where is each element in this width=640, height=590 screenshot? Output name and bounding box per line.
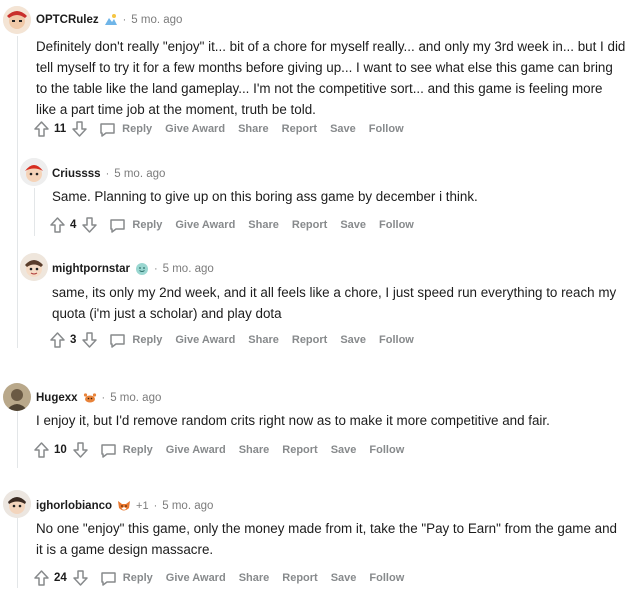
avatar[interactable] [20, 158, 48, 186]
vote-score: 3 [70, 334, 77, 346]
follow-button[interactable]: Follow [379, 334, 414, 346]
upvote-icon[interactable] [34, 442, 49, 458]
smiley-icon [135, 262, 149, 276]
report-button[interactable]: Report [282, 444, 317, 456]
reply-button[interactable]: Reply [122, 123, 152, 135]
username[interactable]: mightpornstar [52, 263, 130, 275]
report-button[interactable]: Report [282, 572, 317, 584]
karma-count: +1 [136, 500, 149, 512]
crab-icon [83, 391, 97, 405]
avatar-icon [3, 6, 31, 34]
save-button[interactable]: Save [331, 444, 357, 456]
report-button[interactable]: Report [292, 334, 327, 346]
thread-line[interactable] [34, 188, 35, 236]
vote-score: 4 [70, 219, 77, 231]
upvote-icon[interactable] [50, 332, 65, 348]
follow-button[interactable]: Follow [369, 444, 404, 456]
separator: · [153, 263, 158, 275]
username[interactable]: Criussss [52, 168, 101, 180]
separator: · [101, 392, 106, 404]
reply-button[interactable]: Reply [123, 572, 153, 584]
share-button[interactable]: Share [248, 334, 279, 346]
comment-body: same, its only my 2nd week, and it all f… [52, 285, 617, 321]
comment-icon[interactable] [109, 333, 126, 348]
save-button[interactable]: Save [340, 219, 366, 231]
mountain-icon [104, 13, 118, 27]
report-button[interactable]: Report [282, 123, 317, 135]
follow-button[interactable]: Follow [369, 572, 404, 584]
share-button[interactable]: Share [248, 219, 279, 231]
avatar[interactable] [3, 6, 31, 34]
save-button[interactable]: Save [330, 123, 356, 135]
reply-button[interactable]: Reply [132, 219, 162, 231]
share-button[interactable]: Share [239, 444, 270, 456]
comment-body: I enjoy it, but I'd remove random crits … [36, 413, 550, 428]
save-button[interactable]: Save [340, 334, 366, 346]
upvote-icon[interactable] [34, 121, 49, 137]
comment-icon[interactable] [100, 443, 117, 458]
avatar[interactable] [20, 253, 48, 281]
downvote-icon[interactable] [73, 442, 88, 458]
vote-score: 11 [54, 123, 67, 135]
separator: · [153, 500, 158, 512]
timestamp[interactable]: 5 mo. ago [162, 500, 213, 512]
give-award-button[interactable]: Give Award [165, 123, 225, 135]
upvote-icon[interactable] [34, 570, 49, 586]
comment-body: No one "enjoy" this game, only the money… [36, 521, 617, 557]
avatar-icon [3, 383, 31, 411]
vote-score: 10 [54, 444, 67, 456]
downvote-icon[interactable] [82, 332, 98, 348]
give-award-button[interactable]: Give Award [175, 334, 235, 346]
comment-body: Same. Planning to give up on this boring… [52, 189, 478, 204]
timestamp[interactable]: 5 mo. ago [131, 14, 182, 26]
username[interactable]: ighorlobianco [36, 500, 112, 512]
avatar[interactable] [3, 383, 31, 411]
report-button[interactable]: Report [292, 219, 327, 231]
reply-button[interactable]: Reply [132, 334, 162, 346]
thread-line[interactable] [17, 36, 18, 348]
give-award-button[interactable]: Give Award [175, 219, 235, 231]
save-button[interactable]: Save [331, 572, 357, 584]
give-award-button[interactable]: Give Award [166, 444, 226, 456]
timestamp[interactable]: 5 mo. ago [163, 263, 214, 275]
username[interactable]: Hugexx [36, 392, 78, 404]
give-award-button[interactable]: Give Award [166, 572, 226, 584]
comment-icon[interactable] [100, 571, 117, 586]
comment-icon[interactable] [99, 122, 116, 137]
timestamp[interactable]: 5 mo. ago [110, 392, 161, 404]
avatar-icon [20, 253, 48, 281]
avatar-icon [20, 158, 48, 186]
follow-button[interactable]: Follow [379, 219, 414, 231]
comment-icon[interactable] [109, 218, 126, 233]
share-button[interactable]: Share [239, 572, 270, 584]
downvote-icon[interactable] [82, 217, 98, 233]
share-button[interactable]: Share [238, 123, 269, 135]
separator: · [122, 14, 127, 26]
timestamp[interactable]: 5 mo. ago [114, 168, 165, 180]
thread-line[interactable] [17, 516, 18, 588]
reply-button[interactable]: Reply [123, 444, 153, 456]
avatar-icon [3, 490, 31, 518]
vote-score: 24 [54, 572, 67, 584]
avatar[interactable] [3, 490, 31, 518]
separator: · [105, 168, 110, 180]
username[interactable]: OPTCRulez [36, 14, 99, 26]
downvote-icon[interactable] [73, 570, 88, 586]
thread-line[interactable] [17, 408, 18, 468]
follow-button[interactable]: Follow [369, 123, 404, 135]
fox-icon [117, 499, 131, 513]
comment-body: Definitely don't really "enjoy" it... bi… [36, 39, 626, 117]
upvote-icon[interactable] [50, 217, 65, 233]
downvote-icon[interactable] [72, 121, 87, 137]
